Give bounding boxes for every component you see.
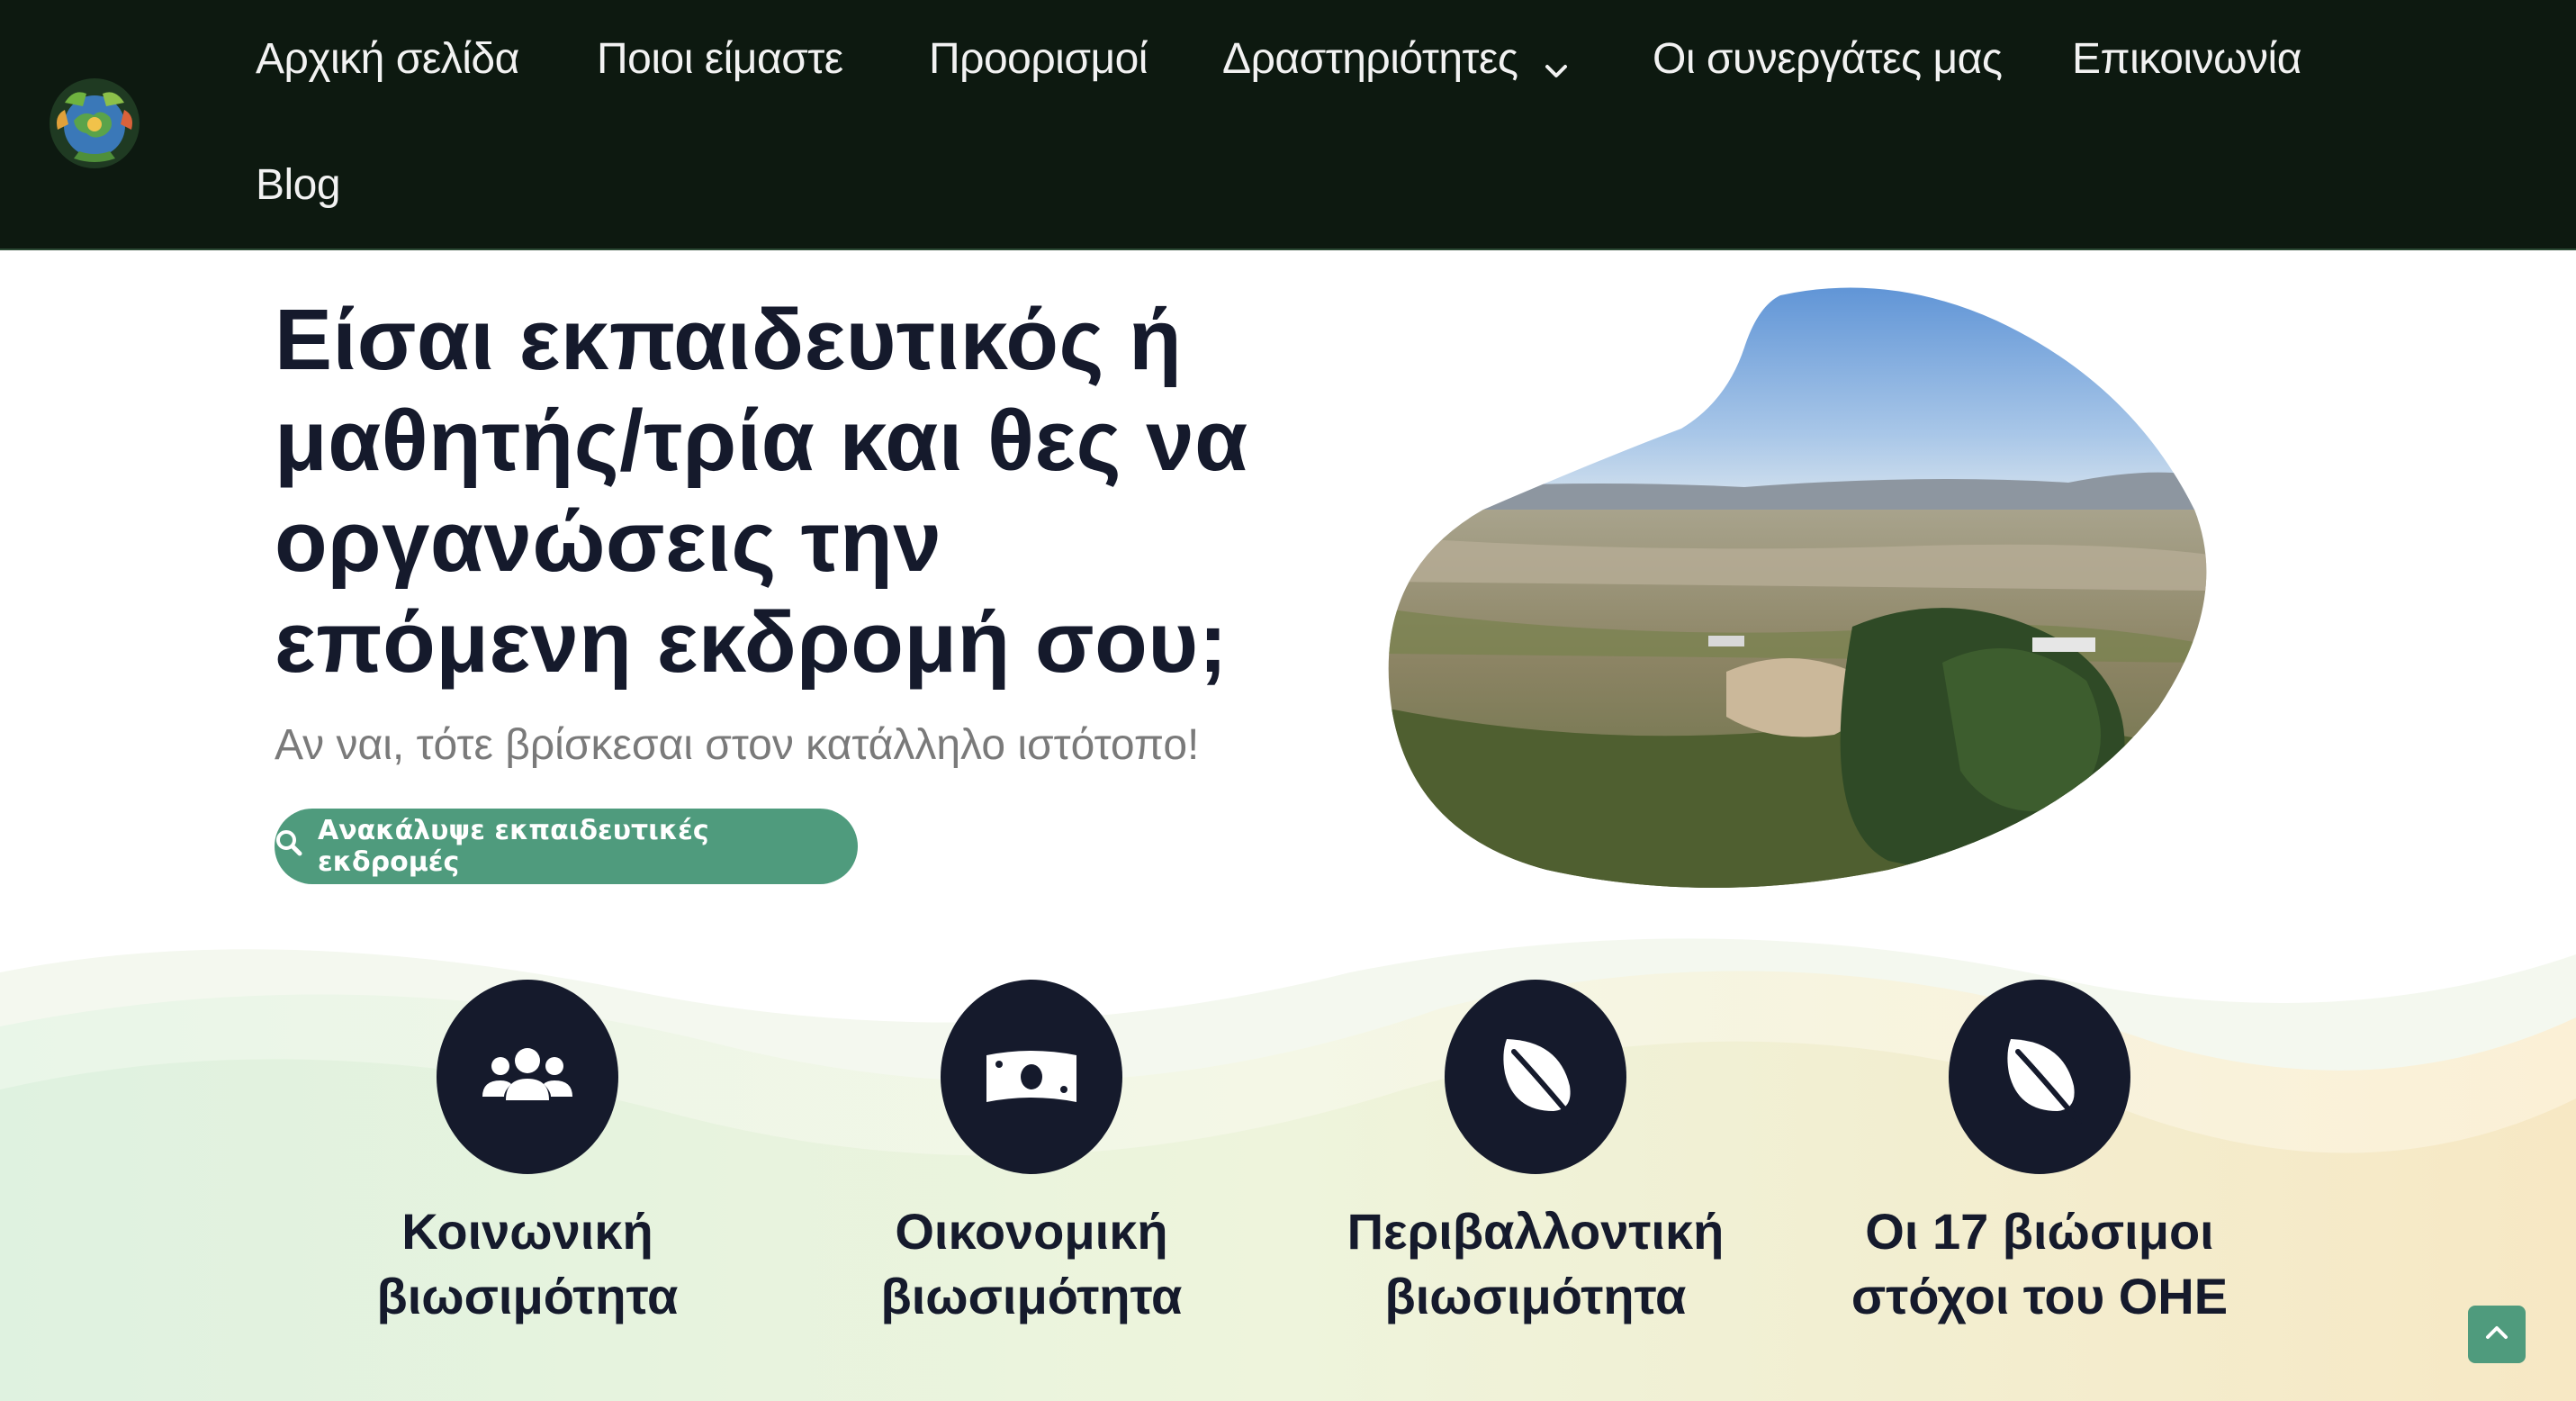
globe-nature-logo-icon[interactable] <box>47 76 142 171</box>
chevron-down-icon <box>1542 47 1571 78</box>
scroll-to-top-button[interactable] <box>2468 1306 2526 1363</box>
decorative-waves-background <box>0 938 2576 1401</box>
feature-environmental-title-line1: Περιβαλλοντική <box>1347 1203 1725 1260</box>
site-header: Αρχική σελίδα Ποιοι είμαστε Προορισμοί Δ… <box>0 0 2576 250</box>
feature-sdg-title-line2: στόχοι του ΟΗΕ <box>1851 1268 2229 1324</box>
feature-environmental-title: Περιβαλλοντική βιωσιμότητα <box>1302 1199 1770 1329</box>
feature-economic-title: Οικονομική βιωσιμότητα <box>797 1199 1265 1329</box>
nav-item-destinations[interactable]: Προορισμοί <box>929 34 1148 84</box>
money-bill-icon <box>941 980 1122 1174</box>
discover-trips-button[interactable]: Ανακάλυψε εκπαιδευτικές εκδρομές <box>275 809 858 884</box>
nav-item-activities-label: Δραστηριότητες <box>1222 35 1518 83</box>
feature-sdg-title: Οι 17 βιώσιμοι στόχοι του ΟΗΕ <box>1806 1199 2274 1329</box>
nav-item-about[interactable]: Ποιοι είμαστε <box>597 34 843 84</box>
nav-item-activities[interactable]: Δραστηριότητες <box>1222 34 1571 84</box>
feature-social-title-line1: Κοινωνική <box>401 1203 653 1260</box>
chevron-up-icon <box>2481 1316 2513 1352</box>
search-icon <box>275 828 303 864</box>
feature-social-title: Κοινωνική βιωσιμότητα <box>293 1199 761 1329</box>
discover-trips-button-label: Ανακάλυψε εκπαιδευτικές εκδρομές <box>318 815 709 878</box>
feature-environmental-title-line2: βιωσιμότητα <box>1384 1268 1687 1324</box>
hero-title: Είσαι εκπαιδευτικός ή μαθητής/τρία και θ… <box>275 292 1248 691</box>
hero-subtitle: Αν ναι, τότε βρίσκεσαι στον κατάλληλο ισ… <box>275 721 1200 769</box>
leaf-icon <box>1949 980 2130 1174</box>
feature-economic-title-line1: Οικονομική <box>895 1203 1168 1260</box>
feature-economic-title-line2: βιωσιμότητα <box>880 1268 1183 1324</box>
users-icon <box>437 980 618 1174</box>
nav-item-blog[interactable]: Blog <box>256 160 341 210</box>
feature-sdg-title-line1: Οι 17 βιώσιμοι <box>1865 1203 2214 1260</box>
nav-item-home[interactable]: Αρχική σελίδα <box>256 34 519 84</box>
feature-social-title-line2: βιωσιμότητα <box>376 1268 679 1324</box>
nav-item-partners[interactable]: Οι συνεργάτες μας <box>1653 34 2003 84</box>
landscape-photo <box>1388 287 2207 889</box>
leaf-icon <box>1445 980 1626 1174</box>
nav-item-contact[interactable]: Επικοινωνία <box>2072 34 2301 84</box>
